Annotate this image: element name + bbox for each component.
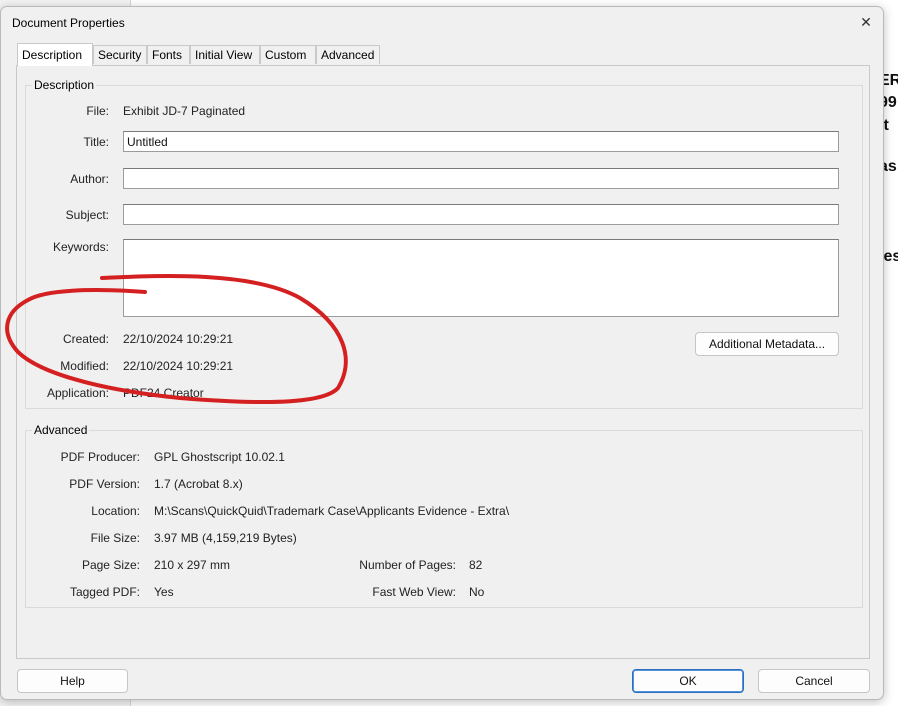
pdf-version-value: 1.7 (Acrobat 8.x) bbox=[154, 477, 243, 491]
file-size-value: 3.97 MB (4,159,219 Bytes) bbox=[154, 531, 297, 545]
keywords-textarea[interactable] bbox=[123, 239, 839, 317]
pdf-version-label: PDF Version: bbox=[69, 477, 140, 491]
description-group-title: Description bbox=[32, 78, 97, 92]
keywords-label: Keywords: bbox=[52, 240, 109, 254]
tab-initial-view[interactable]: Initial View bbox=[190, 45, 260, 64]
cancel-button[interactable]: Cancel bbox=[758, 669, 870, 693]
number-of-pages-label: Number of Pages: bbox=[359, 558, 456, 572]
tab-advanced[interactable]: Advanced bbox=[316, 45, 380, 64]
title-label: Title: bbox=[83, 135, 109, 149]
advanced-group bbox=[25, 430, 863, 608]
title-input[interactable] bbox=[123, 131, 839, 152]
file-value: Exhibit JD-7 Paginated bbox=[123, 104, 246, 118]
tab-fonts[interactable]: Fonts bbox=[147, 45, 190, 64]
advanced-group-title: Advanced bbox=[32, 423, 90, 437]
tagged-pdf-label: Tagged PDF: bbox=[69, 585, 140, 599]
location-label: Location: bbox=[91, 504, 140, 518]
help-button[interactable]: Help bbox=[17, 669, 128, 693]
location-value: M:\Scans\QuickQuid\Trademark Case\Applic… bbox=[154, 504, 510, 518]
document-properties-dialog: Document Properties ✕ Description Securi… bbox=[0, 6, 884, 700]
created-value: 22/10/2024 10:29:21 bbox=[123, 332, 234, 346]
close-icon[interactable]: ✕ bbox=[855, 11, 877, 33]
tagged-pdf-value: Yes bbox=[154, 585, 174, 599]
application-label: Application: bbox=[46, 386, 109, 400]
file-label: File: bbox=[86, 104, 109, 118]
application-value: PDF24 Creator bbox=[123, 386, 204, 400]
pdf-producer-label: PDF Producer: bbox=[60, 450, 140, 464]
page-size-value: 210 x 297 mm bbox=[154, 558, 231, 572]
page-size-label: Page Size: bbox=[81, 558, 140, 572]
author-input[interactable] bbox=[123, 168, 839, 189]
dialog-title: Document Properties bbox=[12, 16, 125, 30]
tab-security[interactable]: Security bbox=[93, 45, 147, 64]
modified-value: 22/10/2024 10:29:21 bbox=[123, 359, 234, 373]
tab-description[interactable]: Description bbox=[17, 43, 93, 66]
tab-panel-description: Description File: Exhibit JD-7 Paginated… bbox=[16, 65, 870, 659]
pdf-producer-value: GPL Ghostscript 10.02.1 bbox=[154, 450, 285, 464]
modified-label: Modified: bbox=[60, 359, 109, 373]
file-size-label: File Size: bbox=[90, 531, 140, 545]
created-label: Created: bbox=[62, 332, 109, 346]
dialog-titlebar[interactable]: Document Properties ✕ bbox=[1, 7, 883, 37]
author-label: Author: bbox=[70, 172, 109, 186]
additional-metadata-button[interactable]: Additional Metadata... bbox=[695, 332, 839, 356]
fast-web-view-value: No bbox=[469, 585, 485, 599]
number-of-pages-value: 82 bbox=[469, 558, 483, 572]
tab-custom[interactable]: Custom bbox=[260, 45, 316, 64]
fast-web-view-label: Fast Web View: bbox=[372, 585, 456, 599]
ok-button[interactable]: OK bbox=[632, 669, 744, 693]
subject-input[interactable] bbox=[123, 204, 839, 225]
subject-label: Subject: bbox=[65, 208, 109, 222]
